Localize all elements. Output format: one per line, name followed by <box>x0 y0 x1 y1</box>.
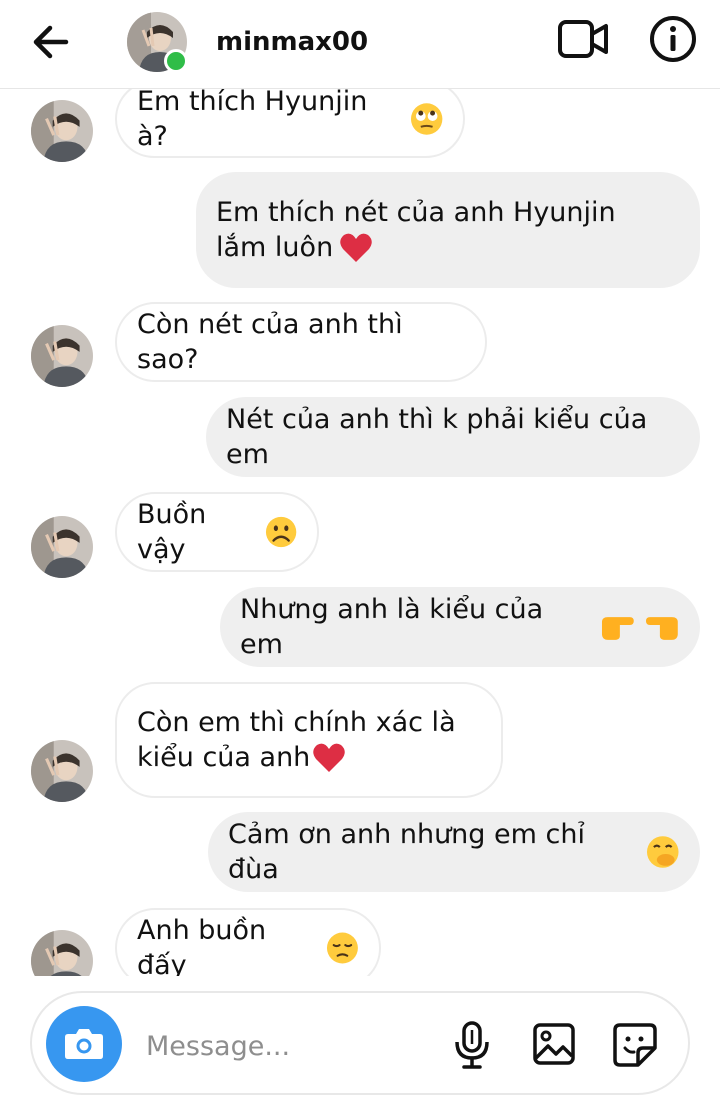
pointing-left-icon <box>646 617 678 640</box>
online-status-dot <box>164 49 188 73</box>
message-text: Nhưng anh là kiểu của em <box>240 594 544 660</box>
message-bubble-sent[interactable]: Em thích nét của anh Hyunjin lắm luôn <box>196 172 700 288</box>
message-text: Em thích Hyunjin à? <box>137 88 368 152</box>
sticker-icon <box>613 1023 657 1067</box>
message-bubble-received[interactable]: Em thích Hyunjin à? <box>115 88 465 158</box>
message-bubble-received[interactable]: Buồn vậy <box>115 492 319 572</box>
sender-avatar[interactable] <box>31 930 93 976</box>
microphone-icon <box>455 1021 489 1069</box>
back-button[interactable] <box>26 20 74 64</box>
video-call-button[interactable] <box>556 16 610 62</box>
camera-button[interactable] <box>46 1006 122 1082</box>
message-text: Còn em thì chính xác là kiểu của anh <box>137 707 456 773</box>
sender-avatar[interactable] <box>31 516 93 578</box>
gallery-button[interactable] <box>532 1022 576 1066</box>
message-bubble-received[interactable]: Còn em thì chính xác là kiểu của anh <box>115 682 503 798</box>
message-bubble-sent[interactable]: Nhưng anh là kiểu của em <box>220 587 700 667</box>
sender-avatar[interactable] <box>31 740 93 802</box>
message-text: Em thích nét của anh Hyunjin lắm luôn <box>216 197 616 263</box>
contact-username[interactable]: minmax00 <box>216 27 368 57</box>
message-text: Còn nét của anh thì sao? <box>137 309 403 375</box>
sticker-button[interactable] <box>612 1022 658 1068</box>
camera-icon <box>65 1029 103 1059</box>
pointing-right-icon <box>602 617 635 640</box>
image-gallery-icon <box>533 1023 575 1065</box>
face-with-hand-over-mouth-icon <box>647 836 680 868</box>
chat-header: minmax00 <box>0 0 720 89</box>
info-button[interactable] <box>648 14 698 64</box>
face-with-rolling-eyes-icon <box>410 103 443 135</box>
frowning-face-icon <box>265 516 297 548</box>
message-composer <box>30 991 690 1095</box>
message-bubble-sent[interactable]: Cảm ơn anh nhưng em chỉ đùa <box>208 812 700 892</box>
arrow-left-icon <box>33 25 69 59</box>
message-thread[interactable]: Em thích Hyunjin à? Em thích nét của anh… <box>0 88 720 976</box>
sender-avatar[interactable] <box>31 100 93 162</box>
video-camera-icon <box>558 20 608 58</box>
message-text: Nét của anh thì k phải kiểu của em <box>226 404 648 470</box>
sender-avatar[interactable] <box>31 325 93 387</box>
voice-message-button[interactable] <box>452 1020 492 1070</box>
message-text: Anh buồn đấy <box>137 915 267 976</box>
message-bubble-received[interactable]: Anh buồn đấy <box>115 908 381 976</box>
pensive-face-icon <box>327 932 359 964</box>
message-text: Buồn vậy <box>137 499 207 565</box>
message-text: Cảm ơn anh nhưng em chỉ đùa <box>228 819 585 885</box>
message-bubble-sent[interactable]: Nét của anh thì k phải kiểu của em <box>206 397 700 477</box>
message-input[interactable] <box>144 1023 438 1069</box>
message-bubble-received[interactable]: Còn nét của anh thì sao? <box>115 302 487 382</box>
red-heart-icon <box>313 743 345 772</box>
red-heart-icon <box>340 233 372 262</box>
info-circle-icon <box>650 16 696 62</box>
